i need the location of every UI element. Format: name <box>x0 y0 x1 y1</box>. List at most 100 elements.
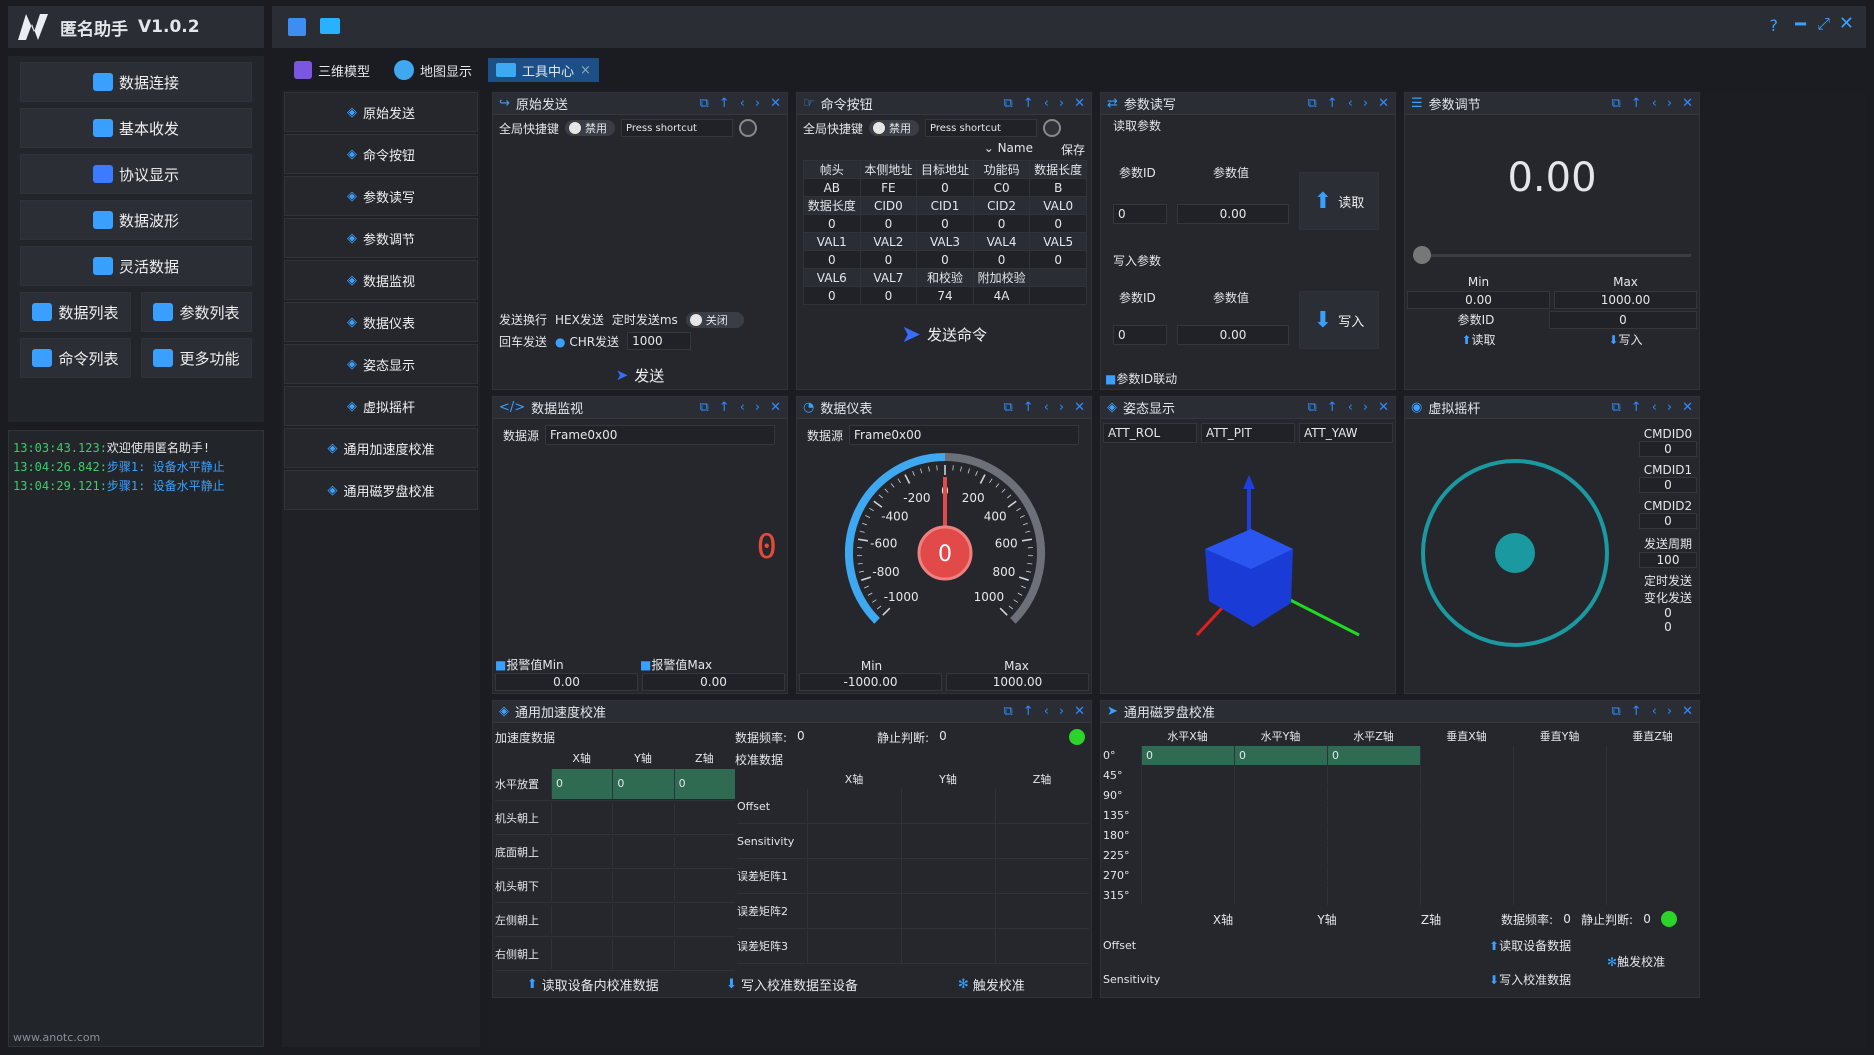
up-icon[interactable]: ↑ <box>1327 96 1338 111</box>
float-icon[interactable]: ⧉ <box>699 400 708 415</box>
up-icon[interactable]: ↑ <box>1023 400 1034 415</box>
adjust-slider[interactable] <box>1413 245 1691 265</box>
right-icon[interactable]: › <box>1059 704 1064 719</box>
right-icon[interactable]: › <box>1667 704 1672 719</box>
read-param-id-input[interactable]: 0 <box>1113 204 1167 224</box>
shortcut-input[interactable]: Press shortcut <box>925 119 1038 137</box>
close-icon[interactable]: ✕ <box>1074 400 1085 415</box>
right-icon[interactable]: › <box>1667 400 1672 415</box>
minimize-icon[interactable]: ━ <box>1795 14 1806 35</box>
close-icon[interactable]: ✕ <box>1682 96 1693 111</box>
float-icon[interactable]: ⧉ <box>1611 96 1620 111</box>
sidebar-pair-0-1[interactable]: 参数列表 <box>141 292 252 332</box>
alarm-max-input[interactable]: 0.00 <box>642 673 785 691</box>
tool-item-3[interactable]: ◈ 参数调节 <box>284 218 478 258</box>
sidebar-pair-0-0[interactable]: 数据列表 <box>20 292 131 332</box>
cmd-cell[interactable]: AB <box>803 178 861 197</box>
close-icon[interactable]: ✕ <box>1378 400 1389 415</box>
float-icon[interactable]: ⧉ <box>1003 96 1012 111</box>
sidebar-pair-1-1[interactable]: 更多功能 <box>141 338 252 378</box>
close-icon[interactable]: ✕ <box>1682 400 1693 415</box>
right-icon[interactable]: › <box>1059 96 1064 111</box>
close-icon[interactable]: ✕ <box>1839 13 1854 34</box>
write-param-value-input[interactable]: 0.00 <box>1177 325 1289 345</box>
left-icon[interactable]: ‹ <box>1044 400 1049 415</box>
up-icon[interactable]: ↑ <box>1327 400 1338 415</box>
up-icon[interactable]: ↑ <box>1631 96 1642 111</box>
read-device-data-button[interactable]: ⬆读取设备数据 <box>1489 937 1571 954</box>
cmd-cell[interactable]: 0 <box>916 214 974 233</box>
cmd-cell[interactable]: FE <box>859 178 918 197</box>
cmd-cell[interactable]: 0 <box>803 250 861 269</box>
cmd-cell[interactable]: 74 <box>916 286 974 305</box>
maximize-icon[interactable]: ⤢ <box>1817 14 1830 34</box>
meter-max-input[interactable]: 1000.00 <box>946 673 1089 691</box>
hex-checkbox[interactable]: HEX发送 <box>555 311 604 328</box>
read-param-value-input[interactable]: 0.00 <box>1177 204 1289 224</box>
write-calib-button[interactable]: ⬇ 写入校准数据至设备 <box>692 971 891 997</box>
cmd-cell[interactable]: 0 <box>1029 214 1087 233</box>
trigger-calib-button[interactable]: ✻触发校准 <box>892 971 1091 997</box>
send-command-button[interactable]: ➤ 发送命令 <box>857 319 1031 349</box>
shortcut-input[interactable]: Press shortcut <box>621 119 734 137</box>
tab-map[interactable]: 地图显示 <box>386 58 480 82</box>
up-icon[interactable]: ↑ <box>719 400 730 415</box>
tool-item-2[interactable]: ◈ 参数读写 <box>284 176 478 216</box>
left-icon[interactable]: ‹ <box>1348 96 1353 111</box>
read-button[interactable]: ⬆ 读取 <box>1299 172 1379 230</box>
joy-field-input[interactable]: 100 <box>1639 552 1697 568</box>
tab-close-icon[interactable]: × <box>580 63 591 78</box>
cmd-cell[interactable]: 0 <box>859 286 918 305</box>
write-calib-data-button[interactable]: ⬇写入校准数据 <box>1489 971 1571 988</box>
close-icon[interactable]: ✕ <box>1074 704 1085 719</box>
tool-item-6[interactable]: ◈ 姿态显示 <box>284 344 478 384</box>
right-icon[interactable]: › <box>755 96 760 111</box>
up-icon[interactable]: ↑ <box>1631 704 1642 719</box>
left-icon[interactable]: ‹ <box>1652 400 1657 415</box>
up-icon[interactable]: ↑ <box>1631 400 1642 415</box>
left-icon[interactable]: ‹ <box>1652 704 1657 719</box>
cmd-cell[interactable]: 0 <box>803 286 861 305</box>
alarm-min-input[interactable]: 0.00 <box>495 673 638 691</box>
meter-min-input[interactable]: -1000.00 <box>799 673 942 691</box>
cmd-cell[interactable]: 4A <box>972 286 1031 305</box>
tool-item-5[interactable]: ◈ 数据仪表 <box>284 302 478 342</box>
param-link-checkbox[interactable]: ■参数ID联动 <box>1105 370 1177 387</box>
cmd-cell[interactable]: 0 <box>803 214 861 233</box>
cmd-cell[interactable]: B <box>1029 178 1087 197</box>
change-send-checkbox[interactable]: 变化发送 <box>1639 589 1697 606</box>
tool-item-0[interactable]: ◈ 原始发送 <box>284 92 478 132</box>
close-icon[interactable]: ✕ <box>1378 96 1389 111</box>
float-icon[interactable]: ⧉ <box>1307 96 1316 111</box>
adjust-read-button[interactable]: ⬆读取 <box>1407 331 1550 348</box>
left-icon[interactable]: ‹ <box>1044 96 1049 111</box>
cmd-cell[interactable]: 0 <box>1029 250 1087 269</box>
tool-item-9[interactable]: ◈ 通用磁罗盘校准 <box>284 470 478 510</box>
sidebar-item-1[interactable]: 基本收发 <box>20 108 252 148</box>
up-icon[interactable]: ↑ <box>1023 704 1034 719</box>
tool-item-1[interactable]: ◈ 命令按钮 <box>284 134 478 174</box>
cmd-cell[interactable]: 0 <box>916 250 974 269</box>
up-icon[interactable]: ↑ <box>1023 96 1034 111</box>
timed-send-checkbox[interactable]: 定时发送 <box>1639 572 1697 589</box>
float-icon[interactable]: ⧉ <box>1611 704 1620 719</box>
interval-input[interactable]: 1000 <box>627 332 692 350</box>
alarm-max-checkbox[interactable]: ■报警值Max <box>640 656 785 673</box>
left-icon[interactable]: ‹ <box>1348 400 1353 415</box>
float-icon[interactable]: ⧉ <box>1307 400 1316 415</box>
max-input[interactable]: 1000.00 <box>1554 291 1697 309</box>
left-icon[interactable]: ‹ <box>740 96 745 111</box>
close-icon[interactable]: ✕ <box>1682 704 1693 719</box>
adjust-write-button[interactable]: ⬇写入 <box>1554 331 1697 348</box>
pid-input[interactable]: 0 <box>1549 311 1697 329</box>
close-icon[interactable]: ✕ <box>770 96 781 111</box>
tab-3d-model[interactable]: 三维模型 <box>286 58 378 82</box>
sidebar-item-3[interactable]: 数据波形 <box>20 200 252 240</box>
alarm-min-checkbox[interactable]: ■报警值Min <box>495 656 640 673</box>
att-yaw-field[interactable]: ATT_YAW <box>1299 423 1393 443</box>
close-icon[interactable]: ✕ <box>770 400 781 415</box>
cmd-cell[interactable]: 0 <box>972 250 1031 269</box>
cmd-cell[interactable] <box>1029 286 1087 305</box>
right-icon[interactable]: › <box>1363 96 1368 111</box>
source-select[interactable]: Frame0x00 <box>545 425 776 445</box>
